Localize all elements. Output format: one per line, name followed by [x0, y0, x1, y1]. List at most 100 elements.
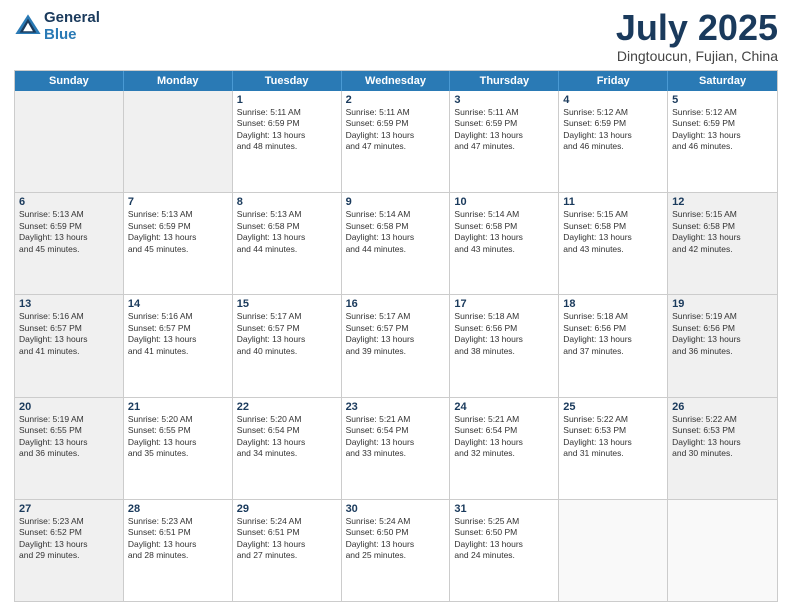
- cal-cell: 30Sunrise: 5:24 AM Sunset: 6:50 PM Dayli…: [342, 500, 451, 601]
- cal-cell: 8Sunrise: 5:13 AM Sunset: 6:58 PM Daylig…: [233, 193, 342, 294]
- header-cell-tuesday: Tuesday: [233, 71, 342, 91]
- cell-info: Sunrise: 5:15 AM Sunset: 6:58 PM Dayligh…: [672, 209, 773, 255]
- cell-info: Sunrise: 5:19 AM Sunset: 6:55 PM Dayligh…: [19, 414, 119, 460]
- day-number: 22: [237, 401, 337, 413]
- day-number: 31: [454, 503, 554, 515]
- header-cell-thursday: Thursday: [450, 71, 559, 91]
- calendar: SundayMondayTuesdayWednesdayThursdayFrid…: [14, 70, 778, 602]
- day-number: 16: [346, 298, 446, 310]
- day-number: 2: [346, 94, 446, 106]
- day-number: 20: [19, 401, 119, 413]
- cal-cell: 13Sunrise: 5:16 AM Sunset: 6:57 PM Dayli…: [15, 295, 124, 396]
- cell-info: Sunrise: 5:21 AM Sunset: 6:54 PM Dayligh…: [454, 414, 554, 460]
- cal-cell: 31Sunrise: 5:25 AM Sunset: 6:50 PM Dayli…: [450, 500, 559, 601]
- day-number: 29: [237, 503, 337, 515]
- cell-info: Sunrise: 5:16 AM Sunset: 6:57 PM Dayligh…: [19, 311, 119, 357]
- cell-info: Sunrise: 5:24 AM Sunset: 6:51 PM Dayligh…: [237, 516, 337, 562]
- month-title: July 2025: [616, 10, 778, 46]
- header-cell-wednesday: Wednesday: [342, 71, 451, 91]
- day-number: 10: [454, 196, 554, 208]
- cal-cell: 15Sunrise: 5:17 AM Sunset: 6:57 PM Dayli…: [233, 295, 342, 396]
- location: Dingtoucun, Fujian, China: [616, 48, 778, 64]
- cell-info: Sunrise: 5:22 AM Sunset: 6:53 PM Dayligh…: [563, 414, 663, 460]
- cal-cell: 19Sunrise: 5:19 AM Sunset: 6:56 PM Dayli…: [668, 295, 777, 396]
- cal-cell: 12Sunrise: 5:15 AM Sunset: 6:58 PM Dayli…: [668, 193, 777, 294]
- day-number: 8: [237, 196, 337, 208]
- header: General Blue July 2025 Dingtoucun, Fujia…: [14, 10, 778, 64]
- cell-info: Sunrise: 5:14 AM Sunset: 6:58 PM Dayligh…: [454, 209, 554, 255]
- cal-cell: 2Sunrise: 5:11 AM Sunset: 6:59 PM Daylig…: [342, 91, 451, 192]
- cal-cell: 5Sunrise: 5:12 AM Sunset: 6:59 PM Daylig…: [668, 91, 777, 192]
- cell-info: Sunrise: 5:12 AM Sunset: 6:59 PM Dayligh…: [563, 107, 663, 153]
- day-number: 9: [346, 196, 446, 208]
- logo-text-line2: Blue: [44, 27, 100, 44]
- cal-cell: 21Sunrise: 5:20 AM Sunset: 6:55 PM Dayli…: [124, 398, 233, 499]
- calendar-body: 1 Sunrise: 5:11 AM Sunset: 6:59 PM Daylig…: [15, 91, 777, 601]
- day-number: 26: [672, 401, 773, 413]
- cell-info: Sunrise: 5:16 AM Sunset: 6:57 PM Dayligh…: [128, 311, 228, 357]
- day-number: 25: [563, 401, 663, 413]
- cal-cell: 16Sunrise: 5:17 AM Sunset: 6:57 PM Dayli…: [342, 295, 451, 396]
- day-number: 17: [454, 298, 554, 310]
- cal-cell: 9Sunrise: 5:14 AM Sunset: 6:58 PM Daylig…: [342, 193, 451, 294]
- day-number: 6: [19, 196, 119, 208]
- day-number: 24: [454, 401, 554, 413]
- cal-row-3: 20Sunrise: 5:19 AM Sunset: 6:55 PM Dayli…: [15, 397, 777, 499]
- cal-cell: 20Sunrise: 5:19 AM Sunset: 6:55 PM Dayli…: [15, 398, 124, 499]
- day-number: 28: [128, 503, 228, 515]
- cell-info: Sunrise: 5:17 AM Sunset: 6:57 PM Dayligh…: [237, 311, 337, 357]
- day-number: 18: [563, 298, 663, 310]
- day-number: 3: [454, 94, 554, 106]
- cell-info: Sunrise: 5:17 AM Sunset: 6:57 PM Dayligh…: [346, 311, 446, 357]
- day-number: 27: [19, 503, 119, 515]
- cell-info: Sunrise: 5:12 AM Sunset: 6:59 PM Dayligh…: [672, 107, 773, 153]
- cell-info: Sunrise: 5:18 AM Sunset: 6:56 PM Dayligh…: [454, 311, 554, 357]
- day-number: 23: [346, 401, 446, 413]
- cal-cell: 18Sunrise: 5:18 AM Sunset: 6:56 PM Dayli…: [559, 295, 668, 396]
- cal-cell: 6Sunrise: 5:13 AM Sunset: 6:59 PM Daylig…: [15, 193, 124, 294]
- cell-info: Sunrise: 5:18 AM Sunset: 6:56 PM Dayligh…: [563, 311, 663, 357]
- cal-row-2: 13Sunrise: 5:16 AM Sunset: 6:57 PM Dayli…: [15, 294, 777, 396]
- title-block: July 2025 Dingtoucun, Fujian, China: [616, 10, 778, 64]
- cal-cell: 4Sunrise: 5:12 AM Sunset: 6:59 PM Daylig…: [559, 91, 668, 192]
- day-number: 19: [672, 298, 773, 310]
- cal-row-0: 1 Sunrise: 5:11 AM Sunset: 6:59 PM Daylig…: [15, 91, 777, 192]
- cell-info: Sunrise: 5:13 AM Sunset: 6:59 PM Dayligh…: [19, 209, 119, 255]
- header-cell-saturday: Saturday: [668, 71, 777, 91]
- day-number: 12: [672, 196, 773, 208]
- day-number: 30: [346, 503, 446, 515]
- logo-text-line1: General: [44, 10, 100, 27]
- cell-info: Sunrise: 5:15 AM Sunset: 6:58 PM Dayligh…: [563, 209, 663, 255]
- cal-cell: 10Sunrise: 5:14 AM Sunset: 6:58 PM Dayli…: [450, 193, 559, 294]
- header-cell-sunday: Sunday: [15, 71, 124, 91]
- cell-info: Sunrise: 5:11 AM Sunset: 6:59 PM Dayligh…: [454, 107, 554, 153]
- calendar-header: SundayMondayTuesdayWednesdayThursdayFrid…: [15, 71, 777, 91]
- day-number: 13: [19, 298, 119, 310]
- cell-info: Sunrise: 5:20 AM Sunset: 6:54 PM Dayligh…: [237, 414, 337, 460]
- cell-info: Sunrise: 5:24 AM Sunset: 6:50 PM Dayligh…: [346, 516, 446, 562]
- cell-info: Sunrise: 5:23 AM Sunset: 6:52 PM Dayligh…: [19, 516, 119, 562]
- cell-info: Sunrise: 5:13 AM Sunset: 6:58 PM Dayligh…: [237, 209, 337, 255]
- cal-cell: [559, 500, 668, 601]
- day-number: 5: [672, 94, 773, 106]
- logo: General Blue: [14, 10, 100, 43]
- cal-cell: 29Sunrise: 5:24 AM Sunset: 6:51 PM Dayli…: [233, 500, 342, 601]
- cal-cell: 25Sunrise: 5:22 AM Sunset: 6:53 PM Dayli…: [559, 398, 668, 499]
- cell-info: Sunrise: 5:14 AM Sunset: 6:58 PM Dayligh…: [346, 209, 446, 255]
- cal-cell: 26Sunrise: 5:22 AM Sunset: 6:53 PM Dayli…: [668, 398, 777, 499]
- cell-info: Sunrise: 5:22 AM Sunset: 6:53 PM Dayligh…: [672, 414, 773, 460]
- cal-cell: 24Sunrise: 5:21 AM Sunset: 6:54 PM Dayli…: [450, 398, 559, 499]
- cal-cell: 23Sunrise: 5:21 AM Sunset: 6:54 PM Dayli…: [342, 398, 451, 499]
- cal-cell: 28Sunrise: 5:23 AM Sunset: 6:51 PM Dayli…: [124, 500, 233, 601]
- day-number: 1: [237, 94, 337, 106]
- cell-info: Sunrise: 5:21 AM Sunset: 6:54 PM Dayligh…: [346, 414, 446, 460]
- cal-cell: 3Sunrise: 5:11 AM Sunset: 6:59 PM Daylig…: [450, 91, 559, 192]
- cell-info: Sunrise: 5:13 AM Sunset: 6:59 PM Dayligh…: [128, 209, 228, 255]
- cal-cell: 17Sunrise: 5:18 AM Sunset: 6:56 PM Dayli…: [450, 295, 559, 396]
- cal-cell: [668, 500, 777, 601]
- cal-cell: [124, 91, 233, 192]
- cell-info: Sunrise: 5:23 AM Sunset: 6:51 PM Dayligh…: [128, 516, 228, 562]
- cell-info: Sunrise: 5:19 AM Sunset: 6:56 PM Dayligh…: [672, 311, 773, 357]
- cell-info: Sunrise: 5:11 AM Sunset: 6:59 PM Dayligh…: [346, 107, 446, 153]
- cal-cell: 7Sunrise: 5:13 AM Sunset: 6:59 PM Daylig…: [124, 193, 233, 294]
